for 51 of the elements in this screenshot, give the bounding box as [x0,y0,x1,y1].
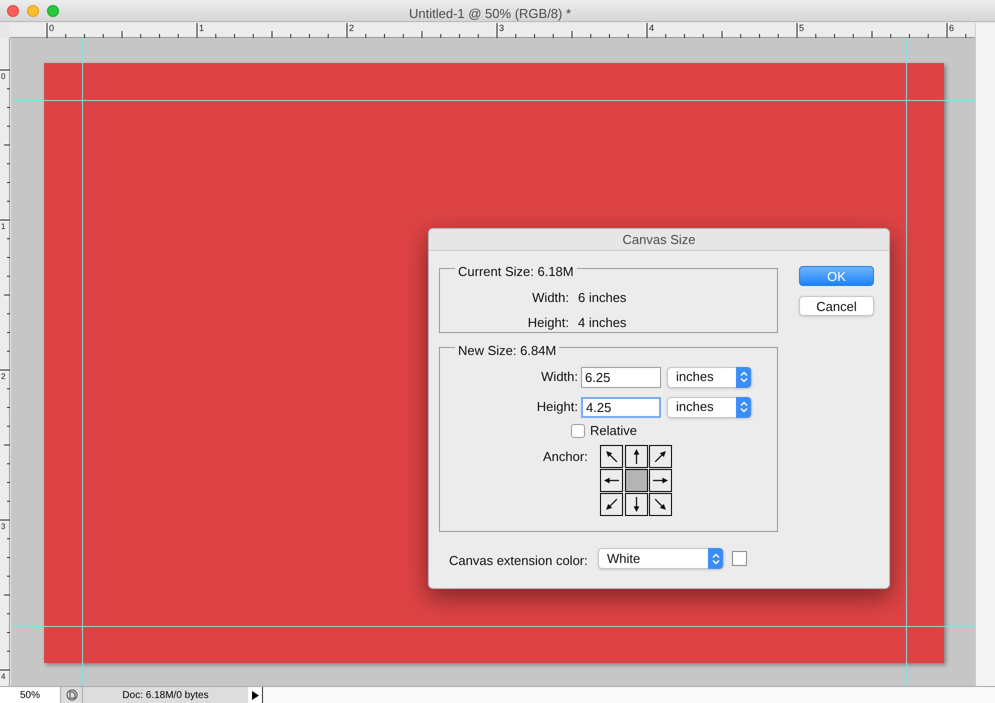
ruler-label: 4 [649,23,654,33]
anchor-cell[interactable] [624,469,648,492]
scrollbar[interactable] [975,23,995,686]
field-label: Height: [526,314,569,332]
field-label: Width: [540,368,579,386]
anchor-cell[interactable] [649,493,672,516]
arrow-icon [603,496,620,513]
ruler-label: 3 [1,522,6,531]
checkbox[interactable] [571,424,585,438]
text-input[interactable]: 4.25 [581,396,661,418]
anchor-cell[interactable] [600,469,623,492]
ruler-label: 6 [949,23,954,33]
unit-dropdown[interactable]: inches [667,396,752,418]
anchor-cell[interactable] [600,445,623,468]
dialog-title: Canvas Size [622,230,696,249]
ruler-label: 1 [199,23,204,33]
anchor-label: Anchor: [543,448,588,466]
document-size: Doc: 6.18M/0 bytes [82,687,248,703]
unit-dropdown[interactable]: inches [667,366,752,388]
ruler-label: 4 [1,672,6,681]
field-label: Width: [531,288,569,307]
checkbox-label[interactable]: Relative [590,421,637,440]
ruler-label: 3 [499,23,504,33]
ruler-label: 1 [1,222,6,231]
ruler-label: 2 [1,372,6,381]
text-input[interactable]: 6.25 [581,366,661,388]
dropdown-arrows-icon [736,366,751,388]
dialog-button[interactable]: Cancel [799,296,874,316]
color-swatch[interactable] [732,551,747,566]
close-icon[interactable] [7,4,19,16]
ruler-label: 2 [349,23,354,33]
field-value: 4 inches [577,314,626,332]
ruler-label: 0 [49,23,54,33]
window-title: Untitled-1 @ 50% (RGB/8) * [409,5,572,23]
anchor-cell[interactable] [649,469,672,492]
ruler-label: 0 [1,72,6,81]
zoom-level[interactable]: 50% [0,687,60,703]
arrow-icon [603,448,620,465]
anchor-cell[interactable] [649,445,672,468]
dropdown-arrows-icon [736,396,751,418]
anchor-cell[interactable] [600,493,623,516]
color-dropdown[interactable]: White [598,548,724,569]
field-label: Height: [536,398,579,416]
field-value: 6 inches [577,288,626,307]
dropdown-arrows-icon [708,548,723,569]
ruler-label: 5 [799,23,804,33]
anchor-cell[interactable] [624,445,648,468]
extension-color-label: Canvas extension color: [449,552,588,570]
anchor-cell[interactable] [624,493,648,516]
status-icon[interactable] [60,687,82,703]
play-icon[interactable] [248,687,263,703]
